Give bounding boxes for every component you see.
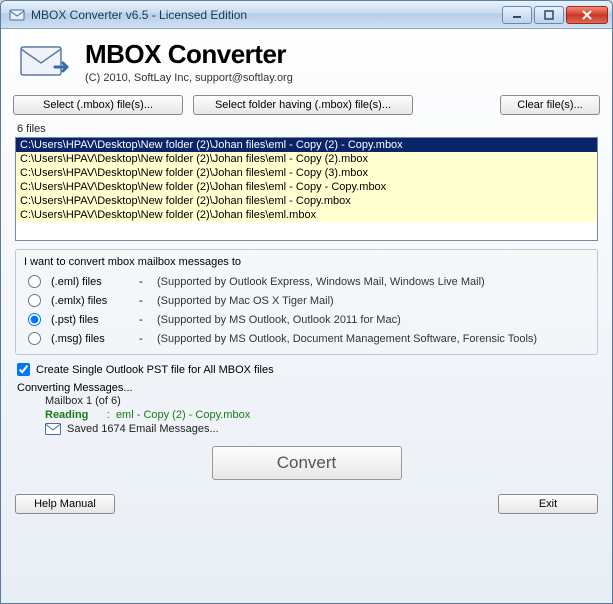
single-pst-checkbox[interactable]: [17, 363, 30, 376]
convert-options: I want to convert mbox mailbox messages …: [15, 249, 598, 355]
format-desc: (Supported by Outlook Express, Windows M…: [157, 276, 485, 288]
format-radio[interactable]: [28, 294, 41, 307]
dash: -: [139, 295, 149, 307]
dash: -: [139, 333, 149, 345]
file-count-label: 6 files: [7, 123, 606, 137]
convert-button[interactable]: Convert: [212, 446, 402, 480]
select-files-button[interactable]: Select (.mbox) file(s)...: [13, 95, 183, 115]
minimize-button[interactable]: [502, 6, 532, 24]
format-label: (.msg) files: [51, 333, 131, 345]
mail-icon: [15, 37, 71, 85]
status-reading: Reading : eml - Copy (2) - Copy.mbox: [45, 408, 596, 422]
close-button[interactable]: [566, 6, 608, 24]
format-label: (.eml) files: [51, 276, 131, 288]
file-list-row[interactable]: C:\Users\HPAV\Desktop\New folder (2)\Joh…: [16, 152, 597, 166]
format-radio[interactable]: [28, 275, 41, 288]
options-lead: I want to convert mbox mailbox messages …: [24, 256, 589, 268]
file-list-row[interactable]: C:\Users\HPAV\Desktop\New folder (2)\Joh…: [16, 194, 597, 208]
format-option-row: (.emlx) files-(Supported by Mac OS X Tig…: [24, 291, 589, 310]
file-list-row[interactable]: C:\Users\HPAV\Desktop\New folder (2)\Joh…: [16, 208, 597, 222]
app-subtitle: (C) 2010, SoftLay Inc, support@softlay.o…: [85, 72, 293, 84]
button-row: Select (.mbox) file(s)... Select folder …: [7, 93, 606, 123]
file-list-row[interactable]: C:\Users\HPAV\Desktop\New folder (2)\Joh…: [16, 166, 597, 180]
format-desc: (Supported by MS Outlook, Document Manag…: [157, 333, 537, 345]
exit-button[interactable]: Exit: [498, 494, 598, 514]
app-icon: [9, 7, 25, 23]
status-mailbox: Mailbox 1 (of 6): [45, 394, 596, 408]
status-saved: Saved 1674 Email Messages...: [45, 422, 596, 436]
single-pst-label[interactable]: Create Single Outlook PST file for All M…: [36, 364, 274, 376]
content-area: MBOX Converter (C) 2010, SoftLay Inc, su…: [1, 29, 612, 603]
status-heading: Converting Messages...: [17, 382, 596, 394]
window-title: MBOX Converter v6.5 - Licensed Edition: [31, 8, 502, 22]
format-radio[interactable]: [28, 313, 41, 326]
app-window: MBOX Converter v6.5 - Licensed Edition M…: [0, 0, 613, 604]
help-button[interactable]: Help Manual: [15, 494, 115, 514]
header-text: MBOX Converter (C) 2010, SoftLay Inc, su…: [85, 39, 293, 84]
header: MBOX Converter (C) 2010, SoftLay Inc, su…: [7, 35, 606, 93]
format-desc: (Supported by Mac OS X Tiger Mail): [157, 295, 334, 307]
app-title: MBOX Converter: [85, 39, 293, 70]
format-radio[interactable]: [28, 332, 41, 345]
file-list-row[interactable]: C:\Users\HPAV\Desktop\New folder (2)\Joh…: [16, 180, 597, 194]
status-area: Converting Messages... Mailbox 1 (of 6) …: [17, 382, 596, 436]
format-desc: (Supported by MS Outlook, Outlook 2011 f…: [157, 314, 401, 326]
format-label: (.pst) files: [51, 314, 131, 326]
format-option-row: (.msg) files-(Supported by MS Outlook, D…: [24, 329, 589, 348]
dash: -: [139, 314, 149, 326]
dash: -: [139, 276, 149, 288]
format-label: (.emlx) files: [51, 295, 131, 307]
select-folder-button[interactable]: Select folder having (.mbox) file(s)...: [193, 95, 413, 115]
format-option-row: (.eml) files-(Supported by Outlook Expre…: [24, 272, 589, 291]
window-controls: [502, 6, 608, 24]
single-pst-checkbox-row: Create Single Outlook PST file for All M…: [17, 363, 596, 376]
file-list[interactable]: C:\Users\HPAV\Desktop\New folder (2)\Joh…: [15, 137, 598, 241]
clear-files-button[interactable]: Clear file(s)...: [500, 95, 600, 115]
titlebar[interactable]: MBOX Converter v6.5 - Licensed Edition: [1, 1, 612, 29]
format-option-row: (.pst) files-(Supported by MS Outlook, O…: [24, 310, 589, 329]
envelope-icon: [45, 423, 61, 435]
maximize-button[interactable]: [534, 6, 564, 24]
footer: Help Manual Exit: [7, 490, 606, 522]
file-list-row[interactable]: C:\Users\HPAV\Desktop\New folder (2)\Joh…: [16, 138, 597, 152]
